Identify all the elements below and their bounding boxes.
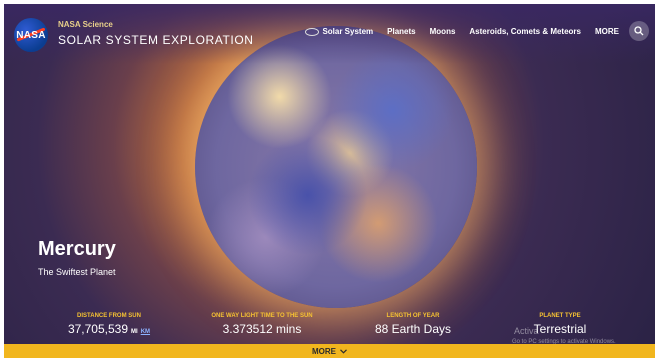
nav-item-asteroids[interactable]: Asteroids, Comets & Meteors xyxy=(469,27,581,36)
more-button[interactable]: MORE xyxy=(4,344,655,358)
site-title[interactable]: SOLAR SYSTEM EXPLORATION xyxy=(58,33,254,47)
unit-mi[interactable]: MI xyxy=(131,329,138,335)
stat-value: 3.373512 mins xyxy=(222,322,302,336)
nav-item-more[interactable]: MORE xyxy=(595,27,619,36)
search-icon xyxy=(634,26,644,36)
org-label[interactable]: NASA Science xyxy=(58,20,113,29)
stat-label: ONE WAY LIGHT TIME TO THE SUN xyxy=(211,313,313,319)
unit-km[interactable]: KM xyxy=(141,329,150,335)
stat-year-length: LENGTH OF YEAR 88 Earth Days xyxy=(358,313,468,336)
planet-name: Mercury xyxy=(38,238,116,260)
mercury-planet-image xyxy=(195,26,477,308)
stat-distance: DISTANCE FROM SUN 37,705,539 MI KM xyxy=(54,313,164,336)
top-navigation-bar: NASA NASA Science SOLAR SYSTEM EXPLORATI… xyxy=(4,4,655,64)
nav-item-planets[interactable]: Planets xyxy=(387,27,415,36)
more-label: MORE xyxy=(312,346,336,356)
stat-label: PLANET TYPE xyxy=(539,313,581,319)
stat-label: DISTANCE FROM SUN xyxy=(77,313,141,319)
stat-label: LENGTH OF YEAR xyxy=(386,313,440,319)
stat-light-time: ONE WAY LIGHT TIME TO THE SUN 3.373512 m… xyxy=(197,313,327,336)
planet-tagline: The Swiftest Planet xyxy=(38,267,116,277)
main-nav: Solar System Planets Moons Asteroids, Co… xyxy=(305,27,619,36)
nav-item-solar-system[interactable]: Solar System xyxy=(305,27,373,36)
distance-value: 37,705,539 xyxy=(67,322,129,336)
stat-value: 37,705,539 MI KM xyxy=(54,322,164,336)
page-frame: NASA NASA Science SOLAR SYSTEM EXPLORATI… xyxy=(4,4,655,358)
stat-value: 88 Earth Days xyxy=(374,322,452,336)
logo-text: NASA xyxy=(16,29,46,41)
search-button[interactable] xyxy=(629,21,649,41)
nav-item-moons[interactable]: Moons xyxy=(430,27,456,36)
windows-activation-watermark-title: Activa xyxy=(514,326,539,336)
chevron-down-icon xyxy=(340,348,347,354)
nasa-logo[interactable]: NASA xyxy=(14,18,48,52)
nav-label: Solar System xyxy=(322,27,374,36)
solar-system-icon xyxy=(305,27,320,36)
